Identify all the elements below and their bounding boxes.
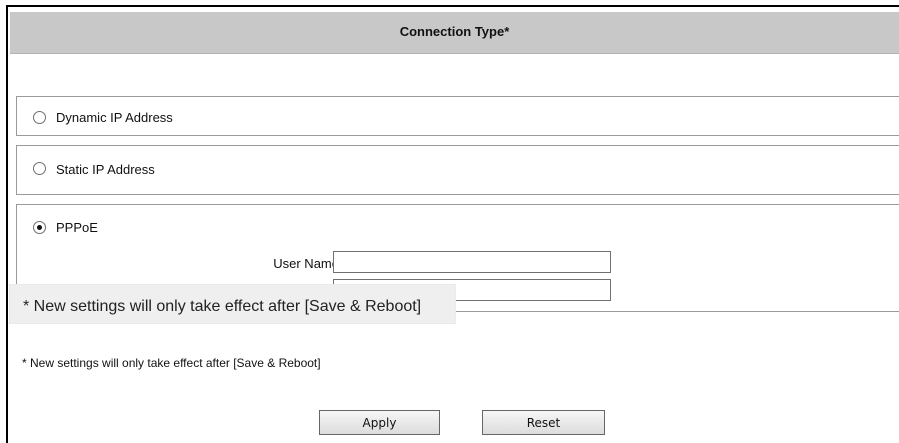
static-ip-label[interactable]: Static IP Address — [56, 162, 155, 177]
dynamic-ip-radio[interactable] — [33, 111, 46, 124]
tooltip-text: * New settings will only take effect aft… — [23, 298, 422, 315]
static-ip-radio[interactable] — [33, 162, 46, 175]
tooltip: * New settings will only take effect aft… — [10, 285, 455, 323]
option-panel-dynamic-ip: Dynamic IP Address — [16, 96, 899, 136]
option-panel-static-ip: Static IP Address — [16, 145, 899, 195]
save-reboot-note: * New settings will only take effect aft… — [22, 356, 321, 370]
dynamic-ip-label[interactable]: Dynamic IP Address — [56, 110, 173, 125]
pppoe-radio[interactable] — [33, 221, 46, 234]
reset-button[interactable]: Reset — [482, 410, 605, 435]
pppoe-label[interactable]: PPPoE — [56, 220, 98, 235]
username-label: User Name — [273, 256, 339, 271]
section-title: Connection Type* — [399, 24, 510, 39]
apply-button[interactable]: Apply — [319, 410, 440, 435]
section-header: Connection Type* — [10, 12, 899, 54]
username-input[interactable] — [333, 251, 611, 273]
